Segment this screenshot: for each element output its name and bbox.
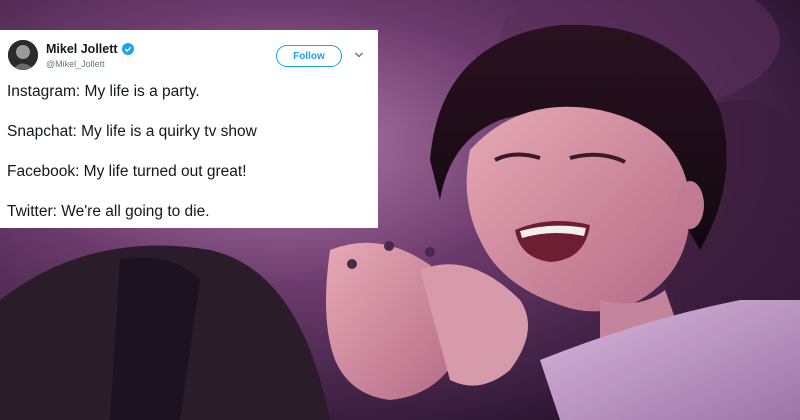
chevron-down-icon[interactable] bbox=[354, 50, 364, 60]
tweet-line-snapchat: Snapchat: My life is a quirky tv show bbox=[7, 123, 257, 140]
follow-button[interactable]: Follow bbox=[276, 45, 342, 67]
tweet-line-instagram: Instagram: My life is a party. bbox=[7, 83, 200, 100]
tweet-line-twitter: Twitter: We're all going to die. bbox=[7, 203, 210, 220]
tweet-line-facebook: Facebook: My life turned out great! bbox=[7, 163, 247, 180]
tweet-text: Instagram: My life is a party. Snapchat:… bbox=[7, 83, 372, 243]
author-name-row[interactable]: Mikel Jollett bbox=[46, 42, 134, 56]
author-handle[interactable]: @Mikel_Jollett bbox=[46, 59, 105, 69]
avatar-image bbox=[8, 40, 38, 70]
tweet-card: Mikel Jollett @Mikel_Jollett Follow Inst… bbox=[0, 30, 378, 228]
author-name[interactable]: Mikel Jollett bbox=[46, 42, 118, 56]
avatar[interactable] bbox=[8, 40, 38, 70]
verified-badge-icon bbox=[121, 43, 134, 55]
